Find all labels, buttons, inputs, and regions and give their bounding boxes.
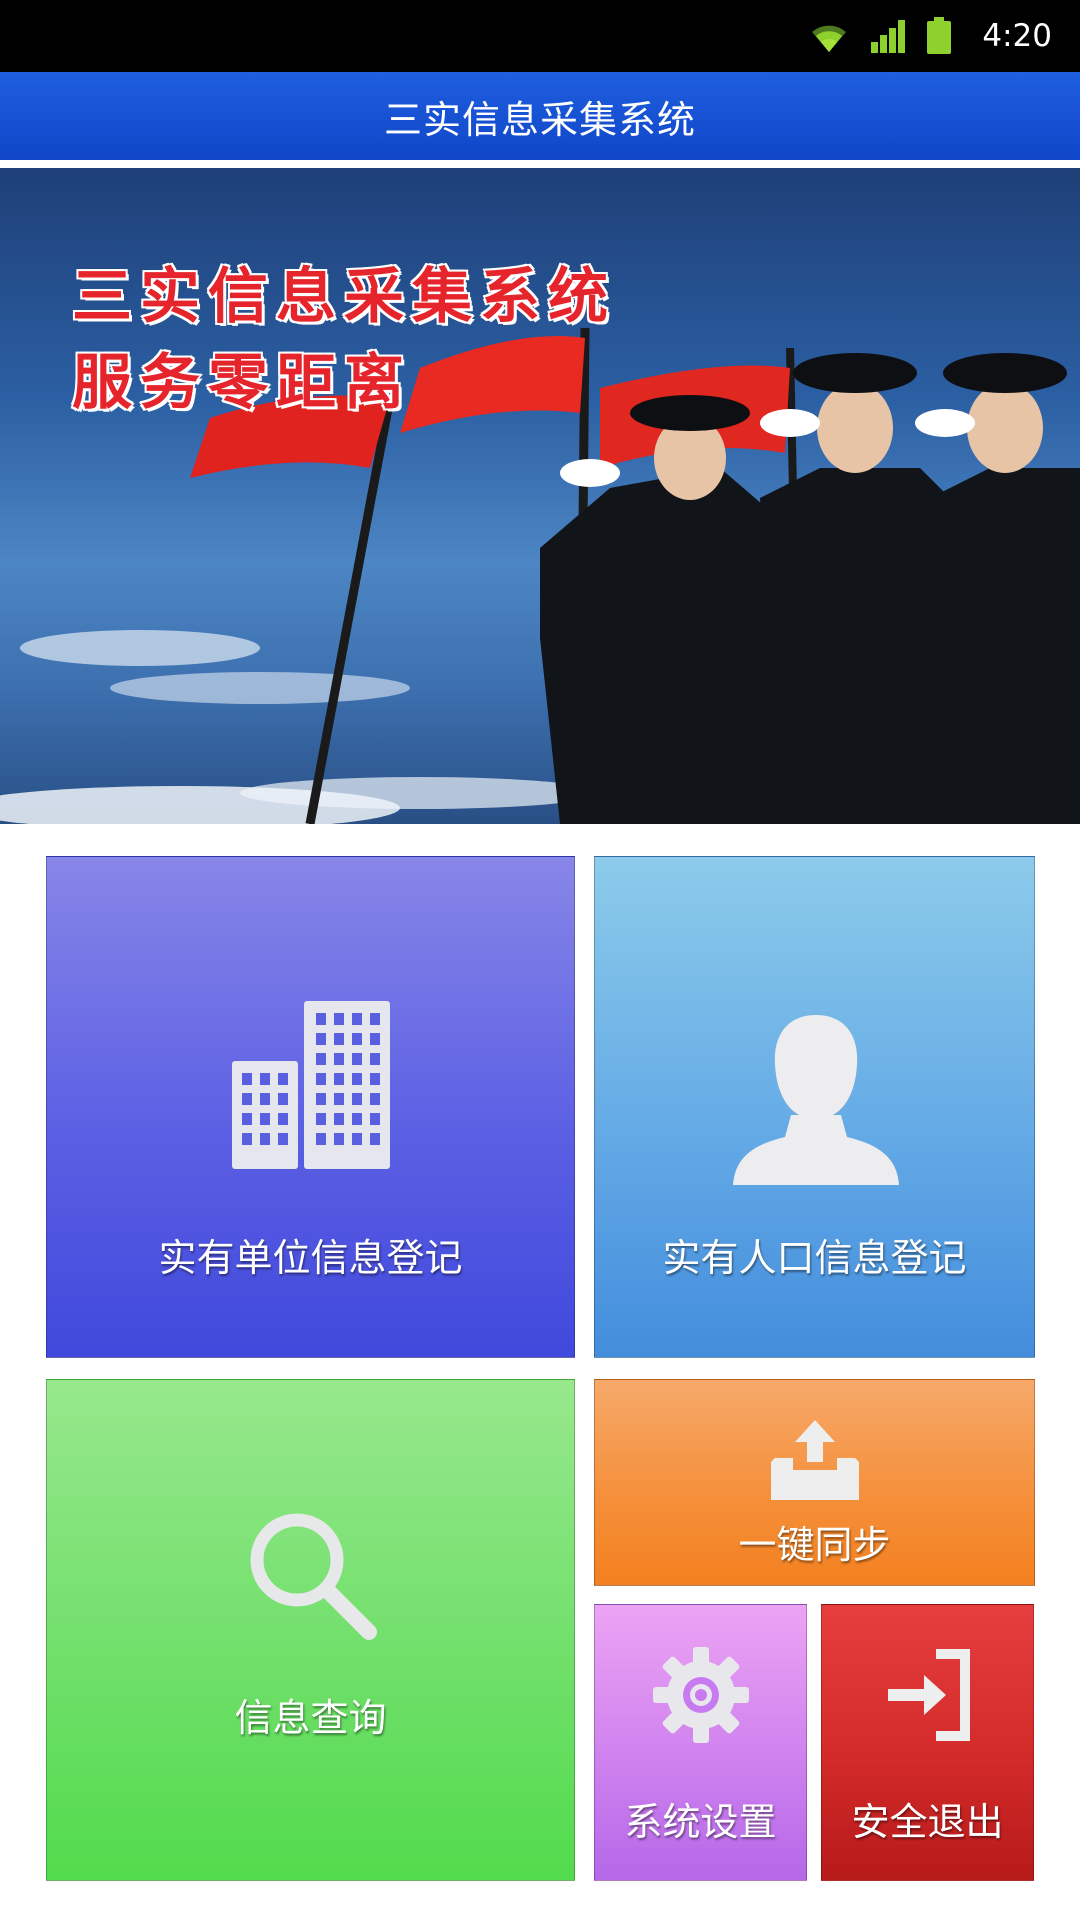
safe-exit-tile[interactable]: 安全退出	[821, 1604, 1034, 1881]
building-icon	[232, 1001, 390, 1169]
info-query-label: 信息查询	[234, 1696, 387, 1740]
app-title: 三实信息采集系统	[383, 97, 696, 142]
banner-slogan: 服务零距离	[71, 347, 412, 420]
one-key-sync-label: 一键同步	[738, 1523, 891, 1567]
divider	[0, 160, 1080, 168]
gear-icon	[653, 1647, 749, 1743]
person-icon	[733, 1015, 899, 1185]
status-icons: 4:20	[806, 0, 1052, 72]
unit-register-label: 实有单位信息登记	[158, 1236, 463, 1280]
app-bar: 三实信息采集系统	[0, 72, 1080, 160]
unit-register-tile[interactable]: 实有单位信息登记	[46, 856, 575, 1358]
battery-icon	[927, 17, 952, 54]
banner-image: 三实信息采集系统 服务零距离	[0, 168, 1080, 824]
search-icon	[250, 1513, 377, 1640]
status-bar: 4:20	[0, 0, 1080, 72]
banner-headline: 三实信息采集系统	[71, 261, 616, 334]
population-register-label: 实有人口信息登记	[662, 1236, 967, 1280]
system-settings-tile[interactable]: 系统设置	[594, 1604, 807, 1881]
one-key-sync-tile[interactable]: 一键同步	[594, 1379, 1035, 1586]
info-query-tile[interactable]: 信息查询	[46, 1379, 575, 1881]
exit-icon	[888, 1649, 970, 1741]
population-register-tile[interactable]: 实有人口信息登记	[594, 856, 1035, 1358]
safe-exit-label: 安全退出	[851, 1800, 1004, 1844]
upload-tray-icon	[771, 1420, 859, 1500]
status-time: 4:20	[982, 18, 1052, 54]
wifi-icon	[812, 25, 847, 52]
signal-icon	[871, 20, 906, 53]
system-settings-label: 系统设置	[624, 1800, 777, 1844]
